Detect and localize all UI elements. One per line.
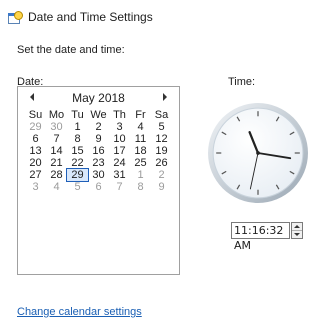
change-calendar-settings-link[interactable]: Change calendar settings xyxy=(17,306,142,318)
calendar: May 2018 Su Mo Tu We Th Fr Sa 29 30 1 2 3 4 5 6 7 8 9 10 11… xyxy=(17,86,180,275)
calendar-month-label[interactable]: May 2018 xyxy=(18,91,179,105)
calendar-day[interactable]: 3 xyxy=(109,121,130,133)
calendar-day[interactable]: 3 xyxy=(25,181,46,193)
calendar-day[interactable]: 26 xyxy=(151,157,172,169)
calendar-day[interactable]: 21 xyxy=(46,157,67,169)
calendar-day[interactable]: 9 xyxy=(88,133,109,145)
calendar-day[interactable]: 31 xyxy=(109,169,130,181)
calendar-day[interactable]: 2 xyxy=(88,121,109,133)
weekday-header: Mo xyxy=(48,109,65,121)
calendar-day[interactable]: 6 xyxy=(88,181,109,193)
calendar-day[interactable]: 22 xyxy=(67,157,88,169)
time-input[interactable]: 11:16:32 AM xyxy=(231,222,290,252)
calendar-day[interactable]: 30 xyxy=(88,169,109,181)
calendar-day[interactable]: 8 xyxy=(130,181,151,193)
time-spinner[interactable] xyxy=(291,222,303,239)
weekday-header: Th xyxy=(113,109,126,121)
weekday-header: Su xyxy=(28,109,43,121)
weekday-header: We xyxy=(90,109,107,121)
calendar-day[interactable]: 17 xyxy=(109,145,130,157)
window-title: Date and Time Settings xyxy=(28,10,153,24)
calendar-day[interactable]: 4 xyxy=(46,181,67,193)
clock-center xyxy=(256,151,260,155)
calendar-day[interactable]: 25 xyxy=(130,157,151,169)
calendar-day[interactable]: 1 xyxy=(67,121,88,133)
calendar-header: May 2018 xyxy=(18,87,179,109)
date-time-icon xyxy=(8,11,23,24)
title-bar: Date and Time Settings xyxy=(8,8,153,26)
calendar-day[interactable]: 23 xyxy=(88,157,109,169)
time-label: Time: xyxy=(228,76,256,88)
next-month-icon[interactable] xyxy=(163,93,167,101)
calendar-day[interactable]: 18 xyxy=(130,145,151,157)
calendar-day[interactable]: 15 xyxy=(67,145,88,157)
calendar-day[interactable]: 4 xyxy=(130,121,151,133)
weekday-header: Fr xyxy=(135,109,146,121)
weekday-header: Sa xyxy=(154,109,169,121)
calendar-day[interactable]: 24 xyxy=(109,157,130,169)
calendar-day[interactable]: 29 xyxy=(25,121,46,133)
calendar-day[interactable]: 7 xyxy=(109,181,130,193)
spin-down-icon[interactable] xyxy=(292,231,302,238)
calendar-day[interactable]: 19 xyxy=(151,145,172,157)
calendar-day[interactable]: 28 xyxy=(46,169,67,181)
calendar-day[interactable]: 30 xyxy=(46,121,67,133)
calendar-day[interactable]: 5 xyxy=(151,121,172,133)
calendar-day[interactable]: 29 xyxy=(66,168,89,182)
calendar-day[interactable]: 1 xyxy=(130,169,151,181)
calendar-day[interactable]: 6 xyxy=(25,133,46,145)
calendar-grid: Su Mo Tu We Th Fr Sa 29 30 1 2 3 4 5 6 7 8 9 10 11 12 13 14 15 1… xyxy=(25,109,179,193)
calendar-day[interactable]: 12 xyxy=(151,133,172,145)
weekday-header: Tu xyxy=(71,109,84,121)
calendar-day[interactable]: 2 xyxy=(151,169,172,181)
calendar-day[interactable]: 27 xyxy=(25,169,46,181)
calendar-day[interactable]: 5 xyxy=(67,181,88,193)
calendar-day[interactable]: 10 xyxy=(109,133,130,145)
calendar-day[interactable]: 14 xyxy=(46,145,67,157)
calendar-day[interactable]: 11 xyxy=(130,133,151,145)
calendar-day[interactable]: 7 xyxy=(46,133,67,145)
calendar-day[interactable]: 20 xyxy=(25,157,46,169)
spin-up-icon[interactable] xyxy=(292,223,302,231)
calendar-day[interactable]: 8 xyxy=(67,133,88,145)
analog-clock xyxy=(208,103,308,203)
calendar-day[interactable]: 13 xyxy=(25,145,46,157)
instructions-text: Set the date and time: xyxy=(17,44,125,56)
calendar-day[interactable]: 9 xyxy=(151,181,172,193)
calendar-day[interactable]: 16 xyxy=(88,145,109,157)
